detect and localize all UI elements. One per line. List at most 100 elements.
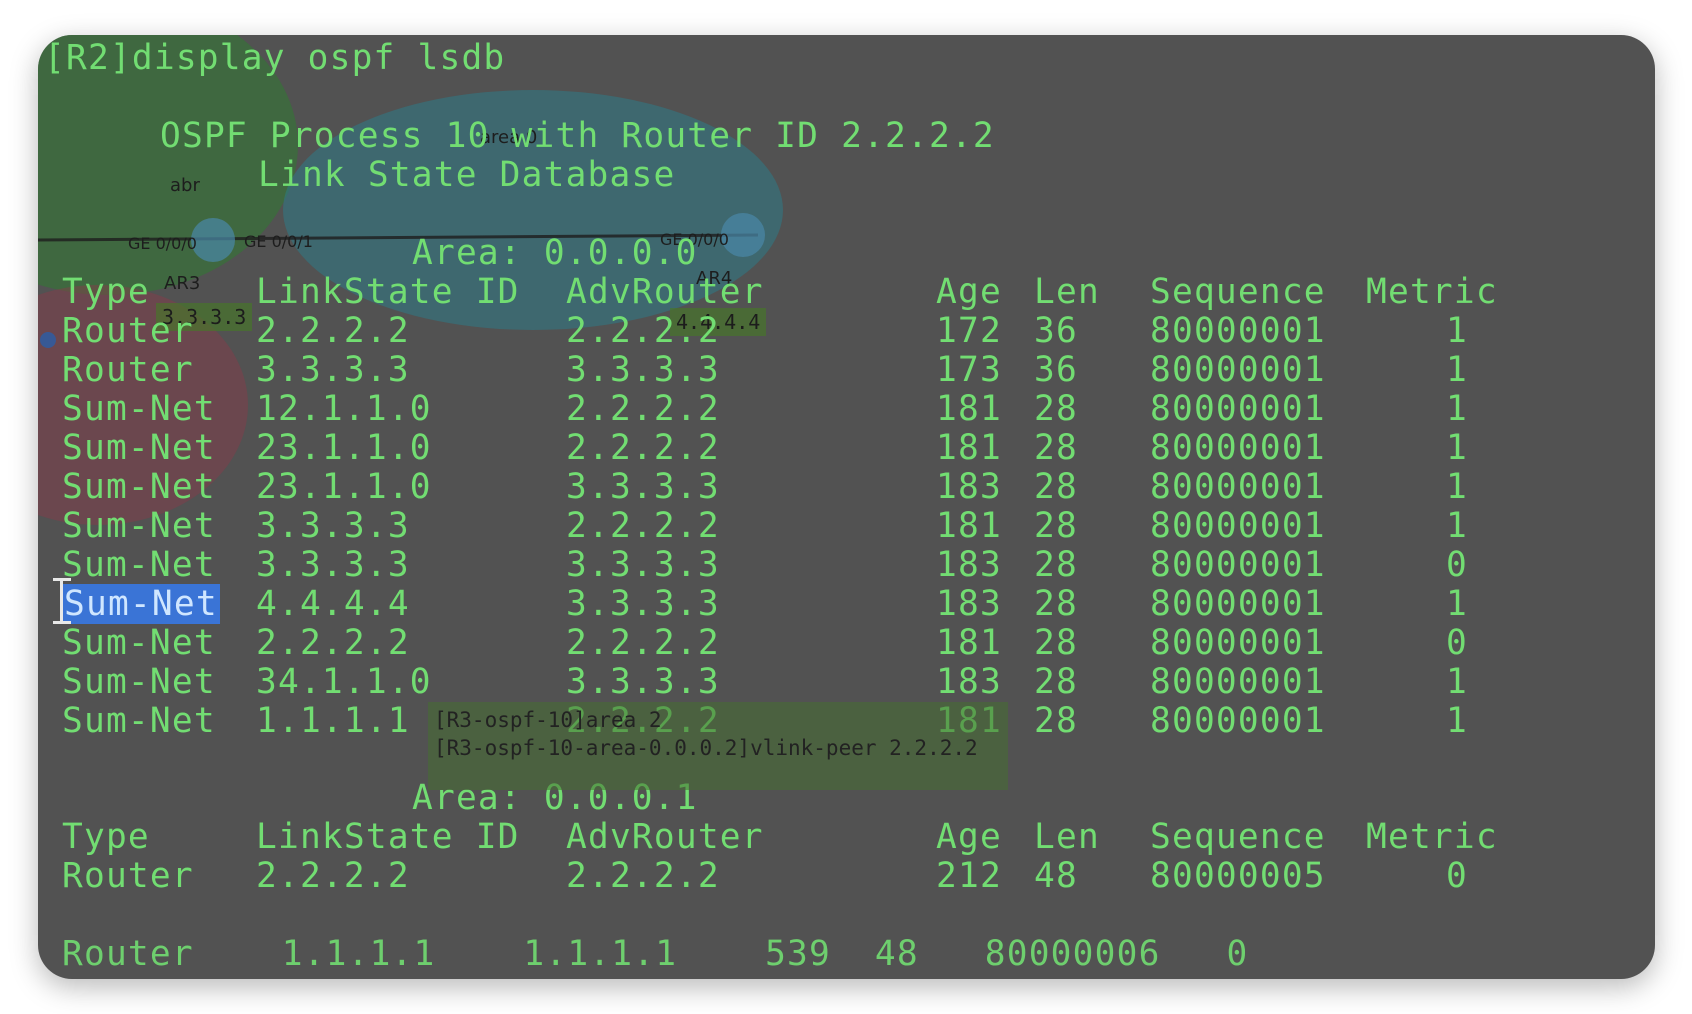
- column-header: Type: [62, 817, 150, 857]
- table-cell: 3.3.3.3: [256, 350, 410, 390]
- table-cell: 173: [936, 350, 1002, 390]
- table-cell: 36: [1034, 311, 1078, 351]
- overlay-command-line: [R3-ospf-10]area 2: [434, 708, 662, 732]
- lsa-type-cell: Sum-Net: [62, 506, 216, 546]
- table-cell: 3.3.3.3: [256, 545, 410, 585]
- column-header: AdvRouter: [566, 272, 764, 312]
- column-header: Metric: [1366, 272, 1498, 312]
- table-cell: 36: [1034, 350, 1078, 390]
- table-cell: 80000001: [1150, 662, 1326, 702]
- column-header: Sequence: [1150, 817, 1326, 857]
- table-cell: 1: [1446, 467, 1468, 507]
- table-cell: 80000001: [1150, 428, 1326, 468]
- table-cell: 23.1.1.0: [256, 428, 432, 468]
- database-header: Link State Database: [258, 155, 676, 195]
- table-cell: 2.2.2.2: [566, 623, 720, 663]
- table-cell: 80000001: [1150, 389, 1326, 429]
- table-cell: 1: [1446, 584, 1468, 624]
- table-cell: 2.2.2.2: [566, 856, 720, 896]
- table-cell: 2.2.2.2: [566, 311, 720, 351]
- column-header: Len: [1034, 817, 1100, 857]
- table-cell: 28: [1034, 506, 1078, 546]
- topology-ge-label: GE 0/0/0: [128, 234, 197, 253]
- terminal-window[interactable]: area 0 abr GE 0/0/0 GE 0/0/1 GE 0/0/0 AR…: [38, 35, 1655, 979]
- table-cell: 28: [1034, 389, 1078, 429]
- lsa-type-cell: Router: [62, 311, 194, 351]
- column-header: AdvRouter: [566, 817, 764, 857]
- lsa-type-cell: Router: [62, 856, 194, 896]
- column-header: Sequence: [1150, 272, 1326, 312]
- table-cell: 3.3.3.3: [566, 662, 720, 702]
- lsa-type-cell: Router: [62, 350, 194, 390]
- table-cell: 172: [936, 311, 1002, 351]
- table-cell: 181: [936, 428, 1002, 468]
- lsa-type-cell: Sum-Net: [62, 623, 216, 663]
- table-cell: 183: [936, 584, 1002, 624]
- lsa-type-cell: Sum-Net: [62, 428, 216, 468]
- table-cell: 181: [936, 506, 1002, 546]
- truncated-row: Router 1.1.1.1 1.1.1.1 539 48 80000006 0: [62, 934, 1249, 974]
- table-cell: 28: [1034, 584, 1078, 624]
- background-command-overlay: [R3-ospf-10]area 2 [R3-ospf-10-area-0.0.…: [428, 702, 1008, 790]
- table-cell: 2.2.2.2: [256, 311, 410, 351]
- lsa-type-cell: Sum-Net: [62, 389, 216, 429]
- column-header: Age: [936, 817, 1002, 857]
- table-cell: 80000001: [1150, 311, 1326, 351]
- lsa-type-cell: Sum-Net: [62, 701, 216, 741]
- table-cell: 183: [936, 662, 1002, 702]
- column-header: LinkState ID: [256, 272, 520, 312]
- table-cell: 48: [1034, 856, 1078, 896]
- table-cell: 3.3.3.3: [566, 350, 720, 390]
- selected-text[interactable]: Sum-Net: [62, 584, 220, 624]
- column-header: Age: [936, 272, 1002, 312]
- table-cell: 28: [1034, 701, 1078, 741]
- table-cell: 1: [1446, 701, 1468, 741]
- table-cell: 1: [1446, 506, 1468, 546]
- column-header: Len: [1034, 272, 1100, 312]
- table-cell: 1: [1446, 311, 1468, 351]
- table-cell: 1: [1446, 428, 1468, 468]
- lsa-type-cell: Sum-Net: [62, 583, 220, 625]
- table-cell: 80000001: [1150, 623, 1326, 663]
- table-cell: 181: [936, 389, 1002, 429]
- table-cell: 1.1.1.1: [256, 701, 410, 741]
- table-cell: 1: [1446, 350, 1468, 390]
- table-cell: 34.1.1.0: [256, 662, 432, 702]
- table-cell: 28: [1034, 662, 1078, 702]
- table-cell: 23.1.1.0: [256, 467, 432, 507]
- table-cell: 181: [936, 623, 1002, 663]
- table-cell: 12.1.1.0: [256, 389, 432, 429]
- table-cell: 2.2.2.2: [566, 428, 720, 468]
- table-cell: 28: [1034, 428, 1078, 468]
- topology-abr-label: abr: [170, 175, 200, 196]
- column-header: Metric: [1366, 817, 1498, 857]
- lsa-type-cell: Sum-Net: [62, 467, 216, 507]
- table-cell: 212: [936, 856, 1002, 896]
- table-cell: 0: [1446, 623, 1468, 663]
- table-cell: 0: [1446, 545, 1468, 585]
- table-cell: 28: [1034, 467, 1078, 507]
- topology-ar3-label: AR3: [164, 273, 201, 294]
- table-cell: 80000001: [1150, 506, 1326, 546]
- table-cell: 3.3.3.3: [256, 506, 410, 546]
- table-cell: 80000001: [1150, 350, 1326, 390]
- column-header: Type: [62, 272, 150, 312]
- table-cell: 0: [1446, 856, 1468, 896]
- process-header: OSPF Process 10 with Router ID 2.2.2.2: [160, 116, 995, 156]
- table-cell: 4.4.4.4: [256, 584, 410, 624]
- table-cell: 2.2.2.2: [566, 389, 720, 429]
- table-cell: 1: [1446, 662, 1468, 702]
- table-cell: 2.2.2.2: [256, 856, 410, 896]
- table-cell: 1: [1446, 389, 1468, 429]
- table-cell: 80000001: [1150, 545, 1326, 585]
- overlay-command-line: [R3-ospf-10-area-0.0.0.2]vlink-peer 2.2.…: [434, 736, 978, 760]
- column-header: LinkState ID: [256, 817, 520, 857]
- table-cell: 80000005: [1150, 856, 1326, 896]
- table-cell: 2.2.2.2: [566, 506, 720, 546]
- table-cell: 3.3.3.3: [566, 545, 720, 585]
- topology-ge-label: GE 0/0/1: [244, 232, 313, 251]
- table-cell: 80000001: [1150, 584, 1326, 624]
- table-cell: 2.2.2.2: [256, 623, 410, 663]
- table-cell: 28: [1034, 623, 1078, 663]
- table-cell: 183: [936, 545, 1002, 585]
